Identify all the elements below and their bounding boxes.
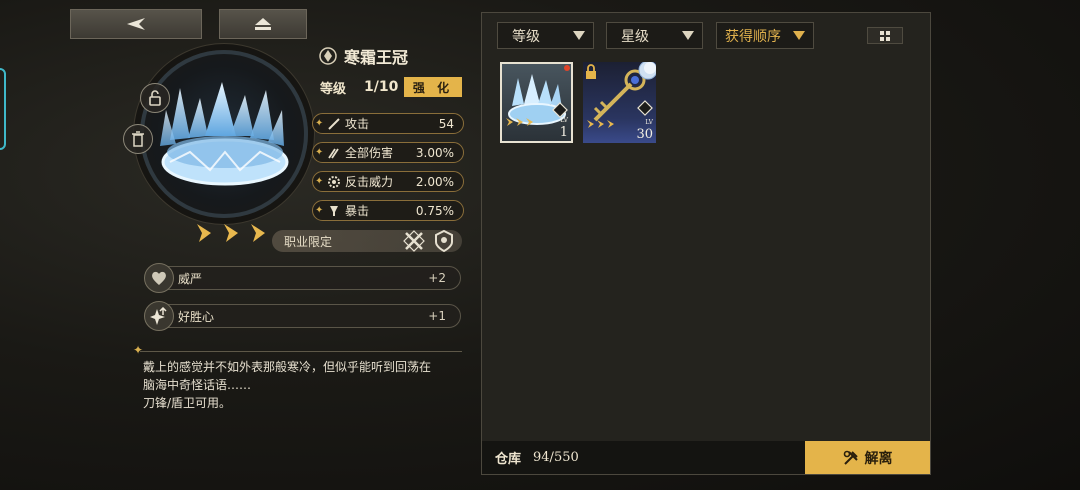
star-icon: [526, 118, 533, 126]
heart-icon: [144, 263, 174, 293]
star-icon: [224, 224, 238, 242]
filter-label: 等级: [512, 28, 540, 45]
grid-view-toggle[interactable]: [867, 27, 903, 44]
delete-button[interactable]: [123, 124, 153, 154]
slot-level: LV 1: [560, 115, 568, 139]
dismantle-label: 解离: [864, 450, 893, 467]
slot-level-value: 30: [636, 127, 653, 142]
stat-label: 暴击: [345, 204, 370, 218]
lock-button[interactable]: [140, 83, 170, 113]
chevron-down-icon: [573, 31, 585, 40]
filter-level[interactable]: 等级: [497, 22, 594, 49]
stat-row-all-damage: ✦ 全部伤害 3.00%: [312, 142, 464, 163]
trait-label: 威严: [178, 271, 203, 286]
inventory-slot[interactable]: LV 30: [583, 62, 656, 143]
slot-stars: [505, 117, 534, 127]
sparkle-arrow-icon: [144, 301, 174, 331]
grid-view-icon: [880, 30, 890, 41]
item-name: 寒霜王冠: [344, 48, 409, 67]
dismantle-icon: [843, 450, 858, 465]
trait-value: +2: [428, 271, 446, 285]
slot-level: LV 30: [636, 117, 653, 141]
sparkle-icon: ✦: [315, 147, 324, 158]
sparkle-icon: ✦: [315, 118, 324, 129]
star-icon: [197, 224, 211, 242]
filter-star[interactable]: 星级: [606, 22, 703, 49]
chevron-down-icon: [682, 31, 694, 40]
home-button[interactable]: [219, 9, 307, 39]
trait-value: +1: [428, 309, 446, 323]
back-button[interactable]: [70, 9, 202, 39]
slot-stars: [586, 119, 615, 129]
frost-crown-image: [160, 82, 289, 186]
star-rating: [193, 222, 269, 244]
crest-icon: [319, 47, 337, 65]
filter-label: 星级: [621, 28, 649, 45]
sword-icon: [328, 117, 340, 130]
level-row: 等级 1/10 强 化: [320, 77, 462, 97]
trash-icon: [132, 131, 144, 147]
trait-row-competitive: 好胜心 +1: [144, 301, 461, 331]
item-title: 寒霜王冠: [318, 44, 408, 68]
star-icon: [251, 224, 265, 242]
slot-level-value: 1: [559, 125, 568, 140]
shield-class-icon: [435, 229, 453, 253]
unlock-icon: [149, 90, 161, 106]
inventory-footer: 仓库 94/550 解离: [482, 441, 930, 474]
trait-label: 好胜心: [178, 309, 215, 324]
class-restriction-row: 职业限定: [272, 229, 462, 253]
sparkle-icon: ✦: [133, 343, 144, 357]
new-indicator-dot: [564, 65, 570, 71]
moon-element-icon: [638, 62, 656, 80]
class-restriction-label: 职业限定: [284, 234, 333, 249]
eject-home-icon: [255, 18, 271, 30]
divider: [140, 351, 462, 352]
star-icon: [597, 120, 604, 128]
stat-value: 0.75%: [415, 203, 454, 218]
inventory-panel: 等级 星级 获得顺序 LV 1 LV 30 仓库 94/550 解离: [481, 12, 931, 475]
stat-label: 攻击: [345, 117, 370, 131]
dismantle-button[interactable]: 解离: [805, 441, 930, 474]
sparkle-icon: ✦: [315, 176, 324, 187]
star-icon: [607, 120, 614, 128]
trait-row-dignity: 威严 +2: [144, 263, 461, 293]
stat-row-crit: ✦ 暴击 0.75%: [312, 200, 464, 221]
stat-label: 全部伤害: [345, 146, 394, 160]
gear-icon: [328, 175, 340, 188]
level-value: 1/10: [364, 79, 399, 95]
blade-class-icon: [403, 230, 425, 252]
stat-row-attack: ✦ 攻击 54: [312, 113, 464, 134]
filter-acquired-order[interactable]: 获得顺序: [716, 22, 814, 49]
slash-icon: [328, 148, 339, 158]
equip-class-icon: [637, 100, 653, 116]
enhance-button[interactable]: 强 化: [404, 77, 462, 97]
lock-icon: [586, 64, 596, 79]
sparkle-icon: ✦: [315, 205, 324, 216]
stat-value: 3.00%: [415, 145, 454, 160]
item-description: 戴上的感觉并不如外表那般寒冷，但似乎能听到回荡在 脑海中奇怪话语…… 刀锋/盾卫…: [143, 360, 432, 410]
warehouse-capacity: 94/550: [533, 450, 579, 465]
warehouse-label: 仓库: [495, 452, 522, 467]
level-label: 等级: [320, 81, 347, 97]
back-arrow-icon: [127, 18, 145, 30]
stat-label: 反击威力: [345, 175, 394, 189]
stat-value: 54: [438, 116, 454, 131]
inventory-slot[interactable]: LV 1: [500, 62, 573, 143]
star-icon: [506, 118, 513, 126]
stat-value: 2.00%: [415, 174, 454, 189]
side-edge-tab[interactable]: [0, 68, 6, 150]
star-icon: [587, 120, 594, 128]
chevron-down-icon: [793, 31, 805, 40]
stat-row-counter-power: ✦ 反击威力 2.00%: [312, 171, 464, 192]
star-icon: [516, 118, 523, 126]
goblet-icon: [330, 205, 338, 216]
filter-label: 获得顺序: [725, 28, 781, 45]
